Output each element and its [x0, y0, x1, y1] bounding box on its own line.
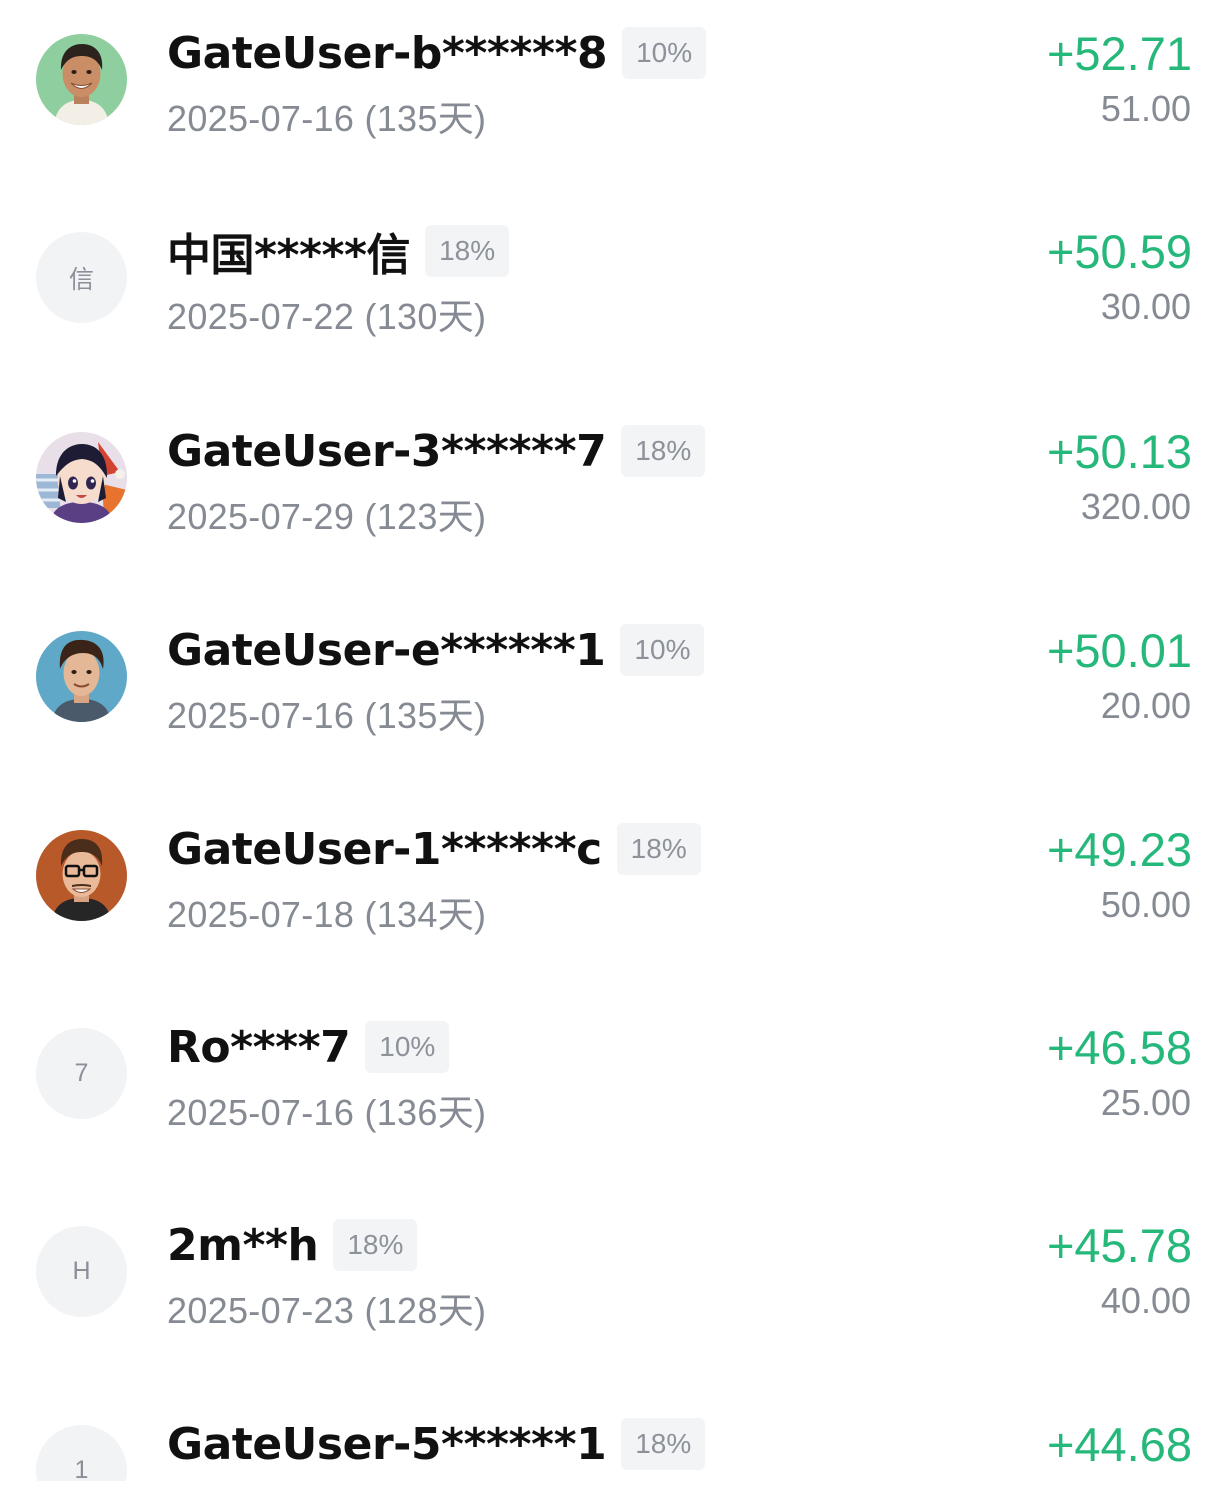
avatar [36, 631, 127, 722]
user-name: GateUser-e******1 [167, 624, 606, 676]
user-name: GateUser-b******8 [167, 27, 608, 79]
name-line: GateUser-e******1 10% [167, 619, 705, 681]
amount-value: 50.00 [1100, 884, 1191, 925]
avatar-initial: H [72, 1257, 91, 1285]
join-date: 2025-07-16 (136天) [167, 1092, 487, 1133]
avatar: 7 [36, 1028, 127, 1119]
user-name: GateUser-5******1 [167, 1418, 607, 1470]
avatar: 信 [36, 232, 127, 323]
name-line: GateUser-3******7 18% [167, 420, 706, 482]
name-line: GateUser-b******8 10% [167, 22, 707, 84]
list-item[interactable]: 信 中国*****信 18% 2025-07-22 (130天) +50.59 … [0, 198, 1229, 396]
amount-value: 51.00 [1100, 88, 1191, 129]
list-item[interactable]: GateUser-b******8 10% 2025-07-16 (135天) … [0, 0, 1229, 198]
amount-value: 25.00 [1100, 1082, 1191, 1123]
join-date: 2025-07-29 (123天) [167, 496, 487, 537]
amount-value: 40.00 [1100, 1280, 1191, 1321]
avatar-man-smiling-green-bg-icon [36, 34, 127, 125]
profit-value: +44.68 [1046, 1418, 1192, 1471]
name-line: 2m**h 18% [167, 1214, 418, 1276]
rate-badge: 18% [333, 1219, 418, 1271]
profit-value: +45.78 [1046, 1219, 1192, 1272]
join-date: 2025-07-22 (130天) [167, 296, 487, 337]
ranking-list: GateUser-b******8 10% 2025-07-16 (135天) … [0, 0, 1229, 1508]
profit-value: +50.13 [1046, 425, 1192, 478]
profit-value: +52.71 [1046, 27, 1192, 80]
list-item[interactable]: 7 Ro****7 10% 2025-07-16 (136天) +46.58 2… [0, 994, 1229, 1192]
join-date: 2025-07-18 (134天) [167, 894, 487, 935]
avatar: 1 [36, 1425, 127, 1481]
rate-badge: 10% [622, 27, 707, 79]
avatar-initial: 1 [74, 1456, 89, 1481]
avatar: H [36, 1226, 127, 1317]
profit-value: +50.59 [1046, 225, 1192, 278]
avatar-initial: 7 [74, 1059, 89, 1087]
rate-badge: 18% [621, 425, 706, 477]
rate-badge: 18% [621, 1418, 706, 1470]
amount-value: 320.00 [1080, 486, 1191, 527]
avatar-man-blue-bg-icon [36, 631, 127, 722]
list-item[interactable]: GateUser-e******1 10% 2025-07-16 (135天) … [0, 597, 1229, 795]
avatar-man-glasses-orange-bg-icon [36, 830, 127, 921]
avatar [36, 432, 127, 523]
name-line: Ro****7 10% [167, 1016, 450, 1078]
avatar [36, 830, 127, 921]
amount-value: 30.00 [1100, 286, 1191, 327]
join-date: 2025-07-23 (128天) [167, 1290, 487, 1331]
rate-badge: 10% [620, 624, 705, 676]
user-name: 中国*****信 [167, 230, 411, 281]
name-line: GateUser-1******c 18% [167, 818, 701, 880]
name-line: 中国*****信 18% [167, 220, 510, 282]
list-item[interactable]: H 2m**h 18% 2025-07-23 (128天) +45.78 40.… [0, 1192, 1229, 1390]
amount-value: 20.00 [1100, 685, 1191, 726]
avatar-initial: 信 [68, 265, 94, 294]
rate-badge: 10% [365, 1021, 450, 1073]
list-item[interactable]: GateUser-1******c 18% 2025-07-18 (134天) … [0, 796, 1229, 994]
list-item[interactable]: 1 GateUser-5******1 18% +44.68 [0, 1391, 1229, 1481]
profit-value: +46.58 [1046, 1021, 1192, 1074]
name-line: GateUser-5******1 18% [167, 1413, 706, 1475]
user-name: 2m**h [167, 1219, 319, 1271]
rate-badge: 18% [425, 225, 510, 277]
avatar-anime-character-icon [36, 432, 127, 523]
avatar [36, 34, 127, 125]
profit-value: +49.23 [1046, 823, 1192, 876]
profit-value: +50.01 [1046, 624, 1192, 677]
user-name: GateUser-1******c [167, 823, 602, 875]
join-date: 2025-07-16 (135天) [167, 98, 487, 139]
list-item[interactable]: GateUser-3******7 18% 2025-07-29 (123天) … [0, 398, 1229, 596]
user-name: GateUser-3******7 [167, 425, 607, 477]
rate-badge: 18% [616, 823, 701, 875]
join-date: 2025-07-16 (135天) [167, 695, 487, 736]
user-name: Ro****7 [167, 1021, 351, 1073]
